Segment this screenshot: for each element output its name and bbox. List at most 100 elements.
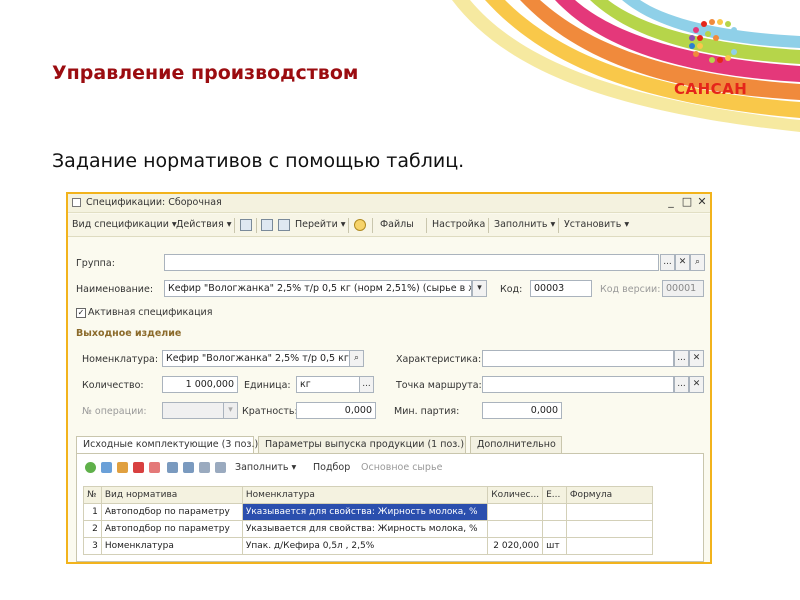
table-row[interactable]: 1 Автоподбор по параметру Указывается дл… — [83, 503, 654, 521]
mark-delete-icon[interactable] — [149, 462, 160, 473]
window-icon — [72, 198, 81, 207]
title-bar: Спецификации: Сборочная _ □ ✕ — [68, 194, 710, 213]
nomenclature-input[interactable]: Кефир "Вологжанка" 2,5% т/р 0,5 кг (нс — [162, 350, 350, 367]
quantity-input[interactable]: 1 000,000 — [162, 376, 238, 393]
row-formula[interactable] — [565, 503, 654, 521]
minimize-button[interactable]: _ — [664, 195, 678, 209]
window-title: Спецификации: Сборочная — [86, 197, 222, 208]
close-button[interactable]: ✕ — [695, 195, 709, 209]
slide-subtitle: Задание нормативов с помощью таблиц. — [52, 150, 465, 172]
unit-select-button[interactable]: ... — [359, 376, 374, 393]
components-panel: Заполнить ▾ Подбор Основное сырье № Вид … — [76, 453, 704, 562]
code-input[interactable]: 00003 — [530, 280, 592, 297]
maximize-button[interactable]: □ — [680, 195, 694, 209]
goto-menu[interactable]: Перейти ▾ — [295, 219, 346, 230]
characteristic-input[interactable] — [482, 350, 674, 367]
characteristic-label: Характеристика: — [396, 354, 482, 365]
row-formula[interactable] — [565, 537, 654, 555]
sort-desc-icon[interactable] — [215, 462, 226, 473]
logo-text: САНСАН — [674, 80, 748, 98]
actions-menu[interactable]: Действия ▾ — [176, 219, 231, 230]
name-label: Наименование: — [76, 284, 154, 295]
unit-input[interactable]: кг — [296, 376, 360, 393]
move-down-icon[interactable] — [183, 462, 194, 473]
row-number: 2 — [83, 520, 102, 538]
characteristic-clear-button[interactable]: ✕ — [689, 350, 704, 367]
operation-label: № операции: — [82, 406, 147, 417]
table-row[interactable]: 2 Автоподбор по параметру Указывается дл… — [83, 520, 654, 538]
group-input[interactable] — [164, 254, 659, 271]
table-row[interactable]: 3 Номенклатура Упак. д/Кефира 0,5л , 2,5… — [83, 537, 654, 555]
structure-icon[interactable] — [240, 219, 252, 231]
row-unit[interactable] — [542, 503, 567, 521]
help-icon[interactable] — [354, 219, 366, 231]
row-formula[interactable] — [565, 520, 654, 538]
copy-icon[interactable] — [101, 462, 112, 473]
sort-asc-icon[interactable] — [199, 462, 210, 473]
row-norm-type[interactable]: Автоподбор по параметру — [100, 503, 243, 521]
output-section-title: Выходное изделие — [76, 328, 182, 339]
col-number[interactable]: № — [83, 486, 102, 504]
row-nomenclature[interactable]: Упак. д/Кефира 0,5л , 2,5% — [241, 537, 489, 555]
row-unit[interactable] — [542, 520, 567, 538]
table-header-row: № Вид норматива Номенклатура Количес... … — [83, 486, 654, 504]
components-table: № Вид норматива Номенклатура Количес... … — [83, 486, 654, 555]
row-unit[interactable]: шт — [542, 537, 567, 555]
row-quantity[interactable]: 2 020,000 — [487, 537, 544, 555]
nomenclature-label: Номенклатура: — [82, 354, 159, 365]
edit-icon[interactable] — [117, 462, 128, 473]
operation-dropdown-button: ▾ — [223, 402, 238, 419]
slide-title: Управление производством — [52, 62, 359, 84]
tab-output-params[interactable]: Параметры выпуска продукции (1 поз.) — [258, 436, 466, 453]
tab-components[interactable]: Исходные комплектующие (3 поз.) — [76, 436, 258, 454]
col-quantity[interactable]: Количес... — [487, 486, 544, 504]
panel-fill-menu[interactable]: Заполнить ▾ — [235, 462, 296, 473]
code-label: Код: — [500, 284, 523, 295]
row-norm-type[interactable]: Номенклатура — [100, 537, 243, 555]
min-batch-label: Мин. партия: — [394, 406, 460, 417]
characteristic-select-button[interactable]: ... — [674, 350, 689, 367]
col-formula[interactable]: Формула — [565, 486, 654, 504]
panel-select-button[interactable]: Подбор — [313, 462, 350, 473]
spec-type-menu[interactable]: Вид спецификации ▾ — [72, 219, 177, 230]
multiplicity-label: Кратность: — [242, 406, 298, 417]
refresh-icon[interactable] — [278, 219, 290, 231]
row-quantity[interactable] — [487, 503, 544, 521]
group-search-icon[interactable]: ⌕ — [690, 254, 705, 271]
route-clear-button[interactable]: ✕ — [689, 376, 704, 393]
save-icon[interactable] — [261, 219, 273, 231]
set-menu[interactable]: Установить ▾ — [564, 219, 629, 230]
row-nomenclature[interactable]: Указывается для свойства: Жирность молок… — [241, 503, 489, 521]
version-input: 00001 — [662, 280, 704, 297]
min-batch-input[interactable]: 0,000 — [482, 402, 562, 419]
group-select-button[interactable]: ... — [660, 254, 675, 271]
route-select-button[interactable]: ... — [674, 376, 689, 393]
col-nomenclature[interactable]: Номенклатура — [241, 486, 489, 504]
files-button[interactable]: Файлы — [380, 219, 414, 230]
group-clear-button[interactable]: ✕ — [675, 254, 690, 271]
main-toolbar: Вид спецификации ▾ Действия ▾ Перейти ▾ … — [68, 214, 710, 237]
move-up-icon[interactable] — [167, 462, 178, 473]
route-input[interactable] — [482, 376, 674, 393]
add-icon[interactable] — [85, 462, 96, 473]
name-dropdown-button[interactable]: ▾ — [472, 280, 487, 297]
active-checkbox[interactable]: ✓ — [76, 308, 86, 318]
specification-window: Спецификации: Сборочная _ □ ✕ Вид специф… — [66, 192, 712, 564]
group-label: Группа: — [76, 258, 115, 269]
row-number: 1 — [83, 503, 102, 521]
row-quantity[interactable] — [487, 520, 544, 538]
route-label: Точка маршрута: — [396, 380, 482, 391]
row-norm-type[interactable]: Автоподбор по параметру — [100, 520, 243, 538]
fill-menu[interactable]: Заполнить ▾ — [494, 219, 555, 230]
multiplicity-input[interactable]: 0,000 — [296, 402, 376, 419]
name-input[interactable]: Кефир "Вологжанка" 2,5% т/р 0,5 кг (норм… — [164, 280, 472, 297]
col-unit[interactable]: Е... — [542, 486, 567, 504]
delete-icon[interactable] — [133, 462, 144, 473]
panel-main-raw-button[interactable]: Основное сырье — [361, 462, 442, 473]
row-nomenclature[interactable]: Указывается для свойства: Жирность молок… — [241, 520, 489, 538]
settings-button[interactable]: Настройка — [432, 219, 485, 230]
nomenclature-search-icon[interactable]: ⌕ — [349, 350, 364, 367]
active-label: Активная спецификация — [88, 307, 213, 318]
col-norm-type[interactable]: Вид норматива — [100, 486, 243, 504]
tab-additional[interactable]: Дополнительно — [470, 436, 562, 453]
